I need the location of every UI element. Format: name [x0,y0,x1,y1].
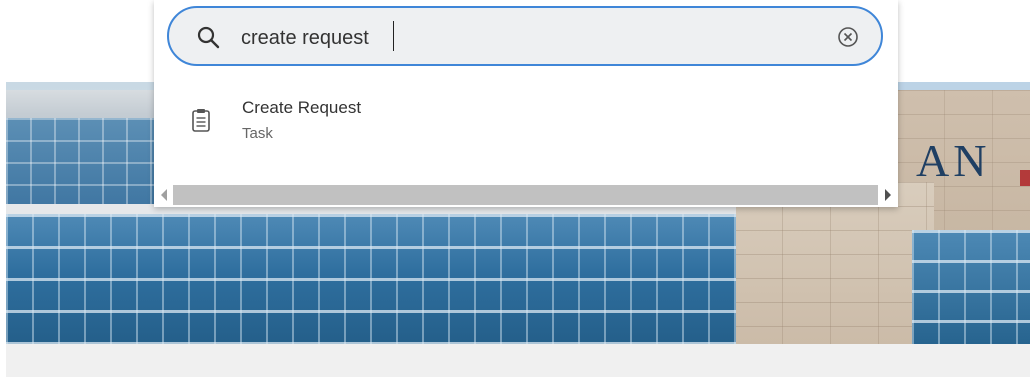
search-bar[interactable] [167,6,883,66]
building-glass-right [912,230,1030,344]
horizontal-scrollbar[interactable] [154,183,898,207]
search-icon [197,26,220,49]
search-input[interactable] [239,21,803,55]
clear-search-icon[interactable] [836,25,860,49]
scrollbar-thumb[interactable] [173,185,878,205]
result-title: Create Request [242,98,362,117]
building-sign: AN [916,135,991,186]
building-windows [6,118,166,208]
scroll-left-arrow-icon[interactable] [161,189,167,201]
scroll-right-arrow-icon[interactable] [885,189,891,201]
search-result-item[interactable]: Create Request Task [154,86,898,158]
search-popover: Create Request Task [154,0,898,207]
clipboard-icon [192,109,210,132]
building-glass-facade [6,214,736,344]
text-caret [393,21,394,51]
result-type: Task [242,125,273,142]
page-footer-area [6,344,1030,377]
sign-accent [1020,170,1030,186]
